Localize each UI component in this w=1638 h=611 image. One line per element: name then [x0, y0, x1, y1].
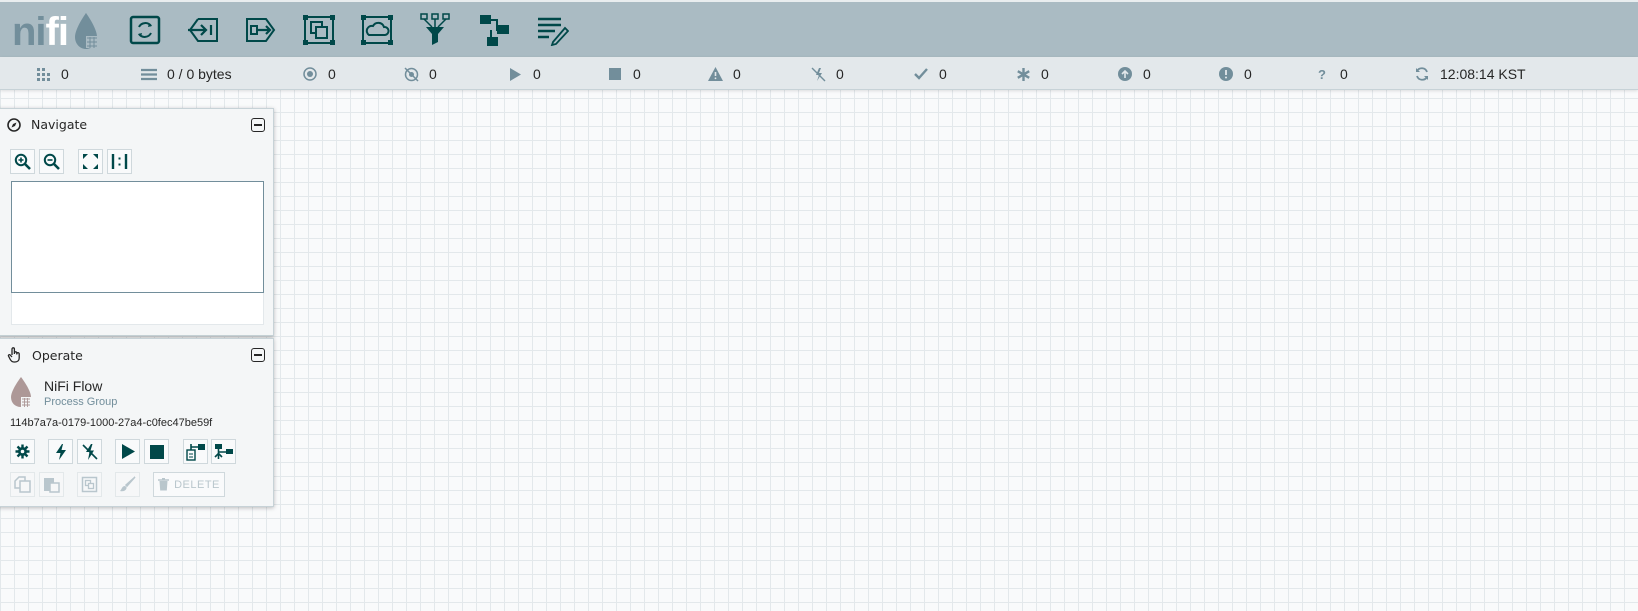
up-to-date-stat: 0 [913, 65, 947, 83]
sync-failure-stat: 0 [1218, 65, 1252, 83]
delete-label: DELETE [174, 478, 220, 491]
zoom-out-icon [43, 153, 60, 170]
paste-button[interactable] [39, 472, 64, 497]
not-transmitting-stat: 0 [403, 65, 437, 83]
birdseye-footer [11, 293, 264, 325]
refresh-icon[interactable] [1414, 66, 1430, 82]
enable-button[interactable] [48, 439, 73, 464]
stopped-stat: 0 [607, 65, 641, 83]
configure-button[interactable] [10, 439, 35, 464]
transmitting-icon [302, 66, 318, 82]
nifi-logo[interactable]: nifi [12, 8, 104, 54]
paste-icon [44, 478, 60, 493]
component-name: NiFi Flow [44, 378, 103, 394]
not-transmitting-icon [403, 66, 419, 82]
create-template-icon [185, 443, 205, 461]
label-icon [538, 17, 569, 46]
zoom-out-button[interactable] [39, 149, 64, 174]
question-icon: ? [1318, 66, 1326, 82]
check-icon [913, 66, 929, 82]
add-process-group-button[interactable] [299, 11, 339, 49]
output-port-icon [246, 18, 276, 42]
running-stat: 0 [507, 65, 541, 83]
disable-button[interactable] [77, 439, 102, 464]
hand-pointer-icon [7, 347, 22, 363]
selected-component-icon [9, 376, 35, 413]
trash-icon [158, 478, 170, 491]
operate-title: Operate [32, 347, 83, 363]
paintbrush-icon [120, 476, 136, 492]
nifi-drop-icon [11, 377, 31, 407]
logo-drop-icon [75, 13, 98, 49]
create-template-button[interactable] [183, 439, 208, 464]
add-funnel-button[interactable] [415, 11, 455, 49]
arrow-up-circle-icon [1117, 66, 1133, 82]
add-remote-process-group-button[interactable] [357, 11, 397, 49]
template-icon [480, 15, 509, 46]
disabled-icon [810, 66, 826, 82]
group-icon [81, 476, 98, 493]
active-threads-stat: 0 [35, 65, 69, 83]
add-template-button[interactable] [474, 11, 514, 49]
gear-icon [15, 444, 30, 459]
zoom-in-icon [14, 153, 31, 170]
stop-button[interactable] [144, 439, 169, 464]
zoom-in-button[interactable] [10, 149, 35, 174]
transmitting-stat: 0 [302, 65, 336, 83]
bolt-icon [55, 443, 66, 460]
remote-process-group-icon [361, 15, 393, 45]
birdseye-view[interactable] [11, 181, 264, 293]
add-processor-button[interactable] [125, 11, 165, 49]
navigate-title: Navigate [31, 117, 88, 132]
disabled-stat: 0 [810, 65, 844, 83]
upload-template-button[interactable] [211, 439, 236, 464]
unknown-stat: ? 0 [1314, 65, 1348, 83]
flow-status-bar: 0 0 / 0 bytes 0 0 0 0 0 0 0 0 0 0 ? 0 12… [0, 57, 1638, 90]
add-output-port-button[interactable] [241, 11, 281, 49]
delete-button[interactable]: DELETE [153, 472, 225, 497]
queued-stat: 0 / 0 bytes [141, 65, 232, 83]
navigate-header[interactable]: Navigate [7, 117, 87, 132]
stop-icon [607, 66, 623, 82]
actual-size-icon [111, 154, 128, 169]
fit-screen-button[interactable] [78, 149, 103, 174]
fit-icon [83, 154, 98, 169]
add-label-button[interactable] [532, 11, 572, 49]
navigate-collapse-button[interactable] [251, 118, 265, 132]
operate-header[interactable]: Operate [7, 347, 83, 363]
actual-size-button[interactable] [107, 149, 132, 174]
play-icon [507, 66, 523, 82]
add-input-port-button[interactable] [183, 11, 223, 49]
operate-collapse-button[interactable] [251, 348, 265, 362]
refresh-stat[interactable]: 12:08:14 KST [1414, 65, 1526, 83]
input-port-icon [188, 18, 218, 42]
component-type: Process Group [44, 396, 118, 408]
warning-icon [707, 66, 723, 82]
logo-wordmark: nifi [12, 10, 69, 54]
stale-stat: 0 [1117, 65, 1151, 83]
funnel-icon [420, 13, 450, 45]
play-icon [121, 444, 135, 459]
compass-icon [7, 117, 21, 132]
start-button[interactable] [115, 439, 140, 464]
processor-icon [129, 15, 161, 45]
asterisk-icon [1015, 66, 1031, 82]
component-id: 114b7a7a-0179-1000-27a4-c0fec47be59f [10, 417, 213, 429]
copy-button[interactable] [10, 472, 35, 497]
exclamation-circle-icon [1218, 66, 1234, 82]
list-icon [141, 66, 157, 82]
locally-modified-stat: 0 [1015, 65, 1049, 83]
disabled-bolt-icon [81, 443, 98, 460]
invalid-stat: 0 [707, 65, 741, 83]
process-group-icon [303, 15, 335, 45]
group-button[interactable] [77, 472, 102, 497]
stop-icon [149, 444, 164, 459]
copy-icon [14, 476, 31, 493]
threads-icon [35, 66, 51, 82]
change-color-button[interactable] [115, 472, 140, 497]
upload-template-icon [213, 443, 233, 459]
header-toolbar: nifi [0, 0, 1638, 57]
